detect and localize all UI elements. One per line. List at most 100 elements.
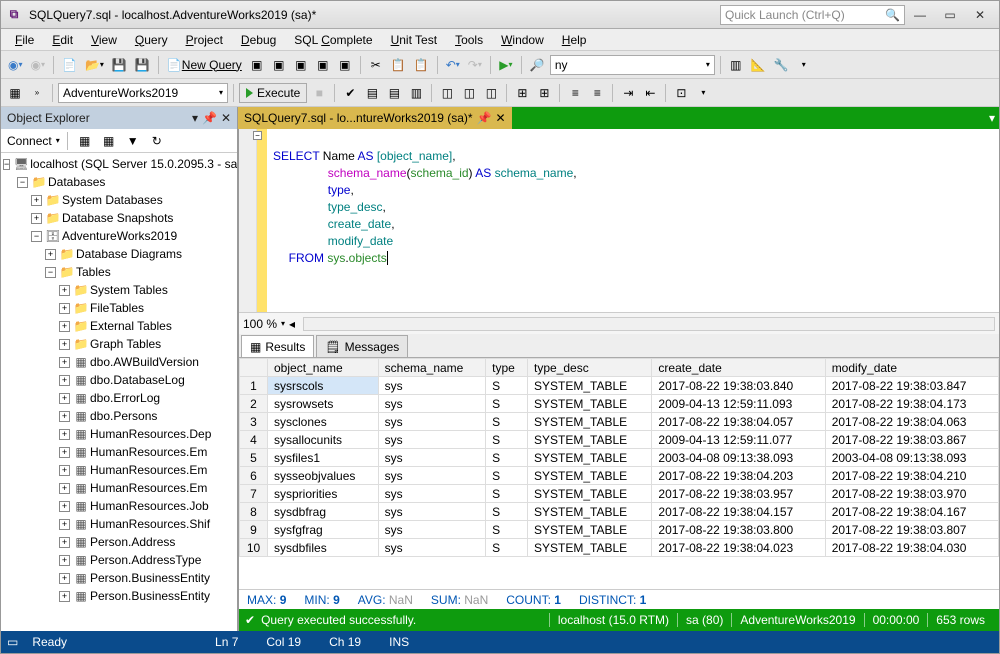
expand-toggle[interactable]: − — [45, 267, 56, 278]
nq-icon[interactable]: ▣ — [269, 54, 289, 76]
nq-icon[interactable]: ▣ — [313, 54, 333, 76]
horizontal-scrollbar[interactable] — [303, 317, 995, 331]
cell[interactable]: 2017-08-22 19:38:04.210 — [825, 467, 998, 485]
check-icon[interactable]: ✔ — [340, 82, 360, 104]
menu-unittest[interactable]: Unit Test — [383, 31, 445, 49]
table-row[interactable]: 2sysrowsetssysSSYSTEM_TABLE2009-04-13 12… — [240, 395, 999, 413]
tree-server[interactable]: localhost (SQL Server 15.0.2095.3 - sa — [30, 157, 237, 171]
expand-toggle[interactable]: + — [59, 429, 70, 440]
cell[interactable]: 2017-08-22 19:38:03.970 — [825, 485, 998, 503]
expand-toggle[interactable]: + — [59, 519, 70, 530]
oe-icon[interactable]: ▦ — [75, 130, 95, 152]
expand-toggle[interactable]: + — [59, 537, 70, 548]
tree-table[interactable]: Person.Address — [90, 535, 175, 549]
expand-toggle[interactable]: + — [59, 447, 70, 458]
back-button[interactable]: ◉▾ — [5, 54, 26, 76]
cell[interactable]: sysrscols — [268, 377, 379, 395]
cell[interactable]: sys — [378, 413, 486, 431]
find-input[interactable]: ny▾ — [550, 55, 715, 75]
table-row[interactable]: 1sysrscolssysSSYSTEM_TABLE2017-08-22 19:… — [240, 377, 999, 395]
cell[interactable]: SYSTEM_TABLE — [527, 395, 651, 413]
filter-icon[interactable]: ▼ — [123, 130, 143, 152]
cell[interactable]: sys — [378, 395, 486, 413]
tree-table[interactable]: HumanResources.Dep — [90, 427, 211, 441]
pin-icon[interactable]: 📌 — [202, 111, 217, 125]
tb2-icon[interactable]: ◫ — [481, 82, 501, 104]
cell[interactable]: sys — [378, 431, 486, 449]
cell[interactable]: 2017-08-22 19:38:04.203 — [652, 467, 825, 485]
uncomment-icon[interactable]: ⇤ — [640, 82, 660, 104]
cell[interactable]: S — [486, 431, 528, 449]
tree-table[interactable]: HumanResources.Job — [90, 499, 209, 513]
tree-item[interactable]: System Tables — [90, 283, 168, 297]
table-row[interactable]: 10sysdbfilessysSSYSTEM_TABLE2017-08-22 1… — [240, 539, 999, 557]
cell[interactable]: SYSTEM_TABLE — [527, 503, 651, 521]
redo-button[interactable]: ↷▾ — [465, 54, 485, 76]
tree-table[interactable]: Person.AddressType — [90, 553, 201, 567]
cell[interactable]: 2009-04-13 12:59:11.093 — [652, 395, 825, 413]
cell[interactable]: SYSTEM_TABLE — [527, 485, 651, 503]
sql-editor[interactable]: SELECT Name AS [object_name], schema_nam… — [239, 129, 999, 312]
tree-item[interactable]: Database Snapshots — [62, 211, 173, 225]
expand-toggle[interactable]: + — [59, 591, 70, 602]
cell[interactable]: 2017-08-22 19:38:04.063 — [825, 413, 998, 431]
menu-debug[interactable]: Debug — [233, 31, 284, 49]
restore-button[interactable]: ▭ — [935, 4, 965, 26]
cell[interactable]: S — [486, 485, 528, 503]
tb-icon[interactable]: 📐 — [748, 54, 769, 76]
overflow-icon[interactable]: ▾ — [693, 82, 713, 104]
tree-table[interactable]: dbo.AWBuildVersion — [90, 355, 199, 369]
cell[interactable]: 2017-08-22 19:38:04.167 — [825, 503, 998, 521]
cell[interactable]: 2003-04-08 09:13:38.093 — [825, 449, 998, 467]
tree-databases[interactable]: Databases — [48, 175, 105, 189]
cell[interactable]: 2017-08-22 19:38:03.957 — [652, 485, 825, 503]
expand-toggle[interactable]: + — [59, 411, 70, 422]
expand-toggle[interactable]: + — [45, 249, 56, 260]
close-button[interactable]: ✕ — [965, 4, 995, 26]
cell[interactable]: syspriorities — [268, 485, 379, 503]
minimize-button[interactable]: — — [905, 4, 935, 26]
cell[interactable]: SYSTEM_TABLE — [527, 467, 651, 485]
tab-results[interactable]: ▦Results — [241, 335, 314, 357]
document-tab[interactable]: SQLQuery7.sql - lo...ntureWorks2019 (sa)… — [238, 107, 512, 129]
copy-button[interactable]: 📋 — [388, 54, 409, 76]
cell[interactable]: sysdbfiles — [268, 539, 379, 557]
chevron-down-icon[interactable]: ▾ — [56, 136, 60, 145]
table-row[interactable]: 7sysprioritiessysSSYSTEM_TABLE2017-08-22… — [240, 485, 999, 503]
tb2-icon[interactable]: ▤ — [362, 82, 382, 104]
cell[interactable]: 2017-08-22 19:38:03.807 — [825, 521, 998, 539]
cell[interactable]: sysrowsets — [268, 395, 379, 413]
col-header[interactable]: create_date — [652, 359, 825, 377]
menu-window[interactable]: Window — [493, 31, 552, 49]
cell[interactable]: sysfgfrag — [268, 521, 379, 539]
menu-view[interactable]: View — [83, 31, 125, 49]
tb2-icon[interactable]: ▥ — [406, 82, 426, 104]
open-button[interactable]: 📂▾ — [82, 54, 107, 76]
expand-toggle[interactable]: + — [59, 501, 70, 512]
cell[interactable]: sys — [378, 485, 486, 503]
cell[interactable]: sys — [378, 503, 486, 521]
tree-item[interactable]: System Databases — [62, 193, 163, 207]
menu-file[interactable]: File — [7, 31, 42, 49]
expand-toggle[interactable]: + — [31, 195, 42, 206]
cell[interactable]: S — [486, 413, 528, 431]
cell[interactable]: 2017-08-22 19:38:04.173 — [825, 395, 998, 413]
cell[interactable]: 2017-08-22 19:38:03.867 — [825, 431, 998, 449]
cell[interactable]: sys — [378, 521, 486, 539]
expand-toggle[interactable]: + — [59, 357, 70, 368]
quick-launch-input[interactable]: Quick Launch (Ctrl+Q) 🔍 — [720, 5, 905, 25]
pin-icon[interactable]: 📌 — [477, 111, 492, 125]
outdent-icon[interactable]: ≡ — [587, 82, 607, 104]
cell[interactable]: SYSTEM_TABLE — [527, 413, 651, 431]
menu-sqlcomplete[interactable]: SQL Complete — [286, 31, 380, 49]
save-button[interactable]: 💾 — [109, 54, 130, 76]
expand-toggle[interactable]: + — [59, 483, 70, 494]
tb2-icon[interactable]: ◫ — [459, 82, 479, 104]
tb2-icon[interactable]: ⊞ — [534, 82, 554, 104]
col-header[interactable]: type — [486, 359, 528, 377]
cell[interactable]: 2017-08-22 19:38:03.800 — [652, 521, 825, 539]
expand-toggle[interactable]: + — [31, 213, 42, 224]
tree-item[interactable]: Database Diagrams — [76, 247, 182, 261]
table-row[interactable]: 3sysclonessysSSYSTEM_TABLE2017-08-22 19:… — [240, 413, 999, 431]
object-tree[interactable]: −🖥localhost (SQL Server 15.0.2095.3 - sa… — [1, 153, 237, 631]
